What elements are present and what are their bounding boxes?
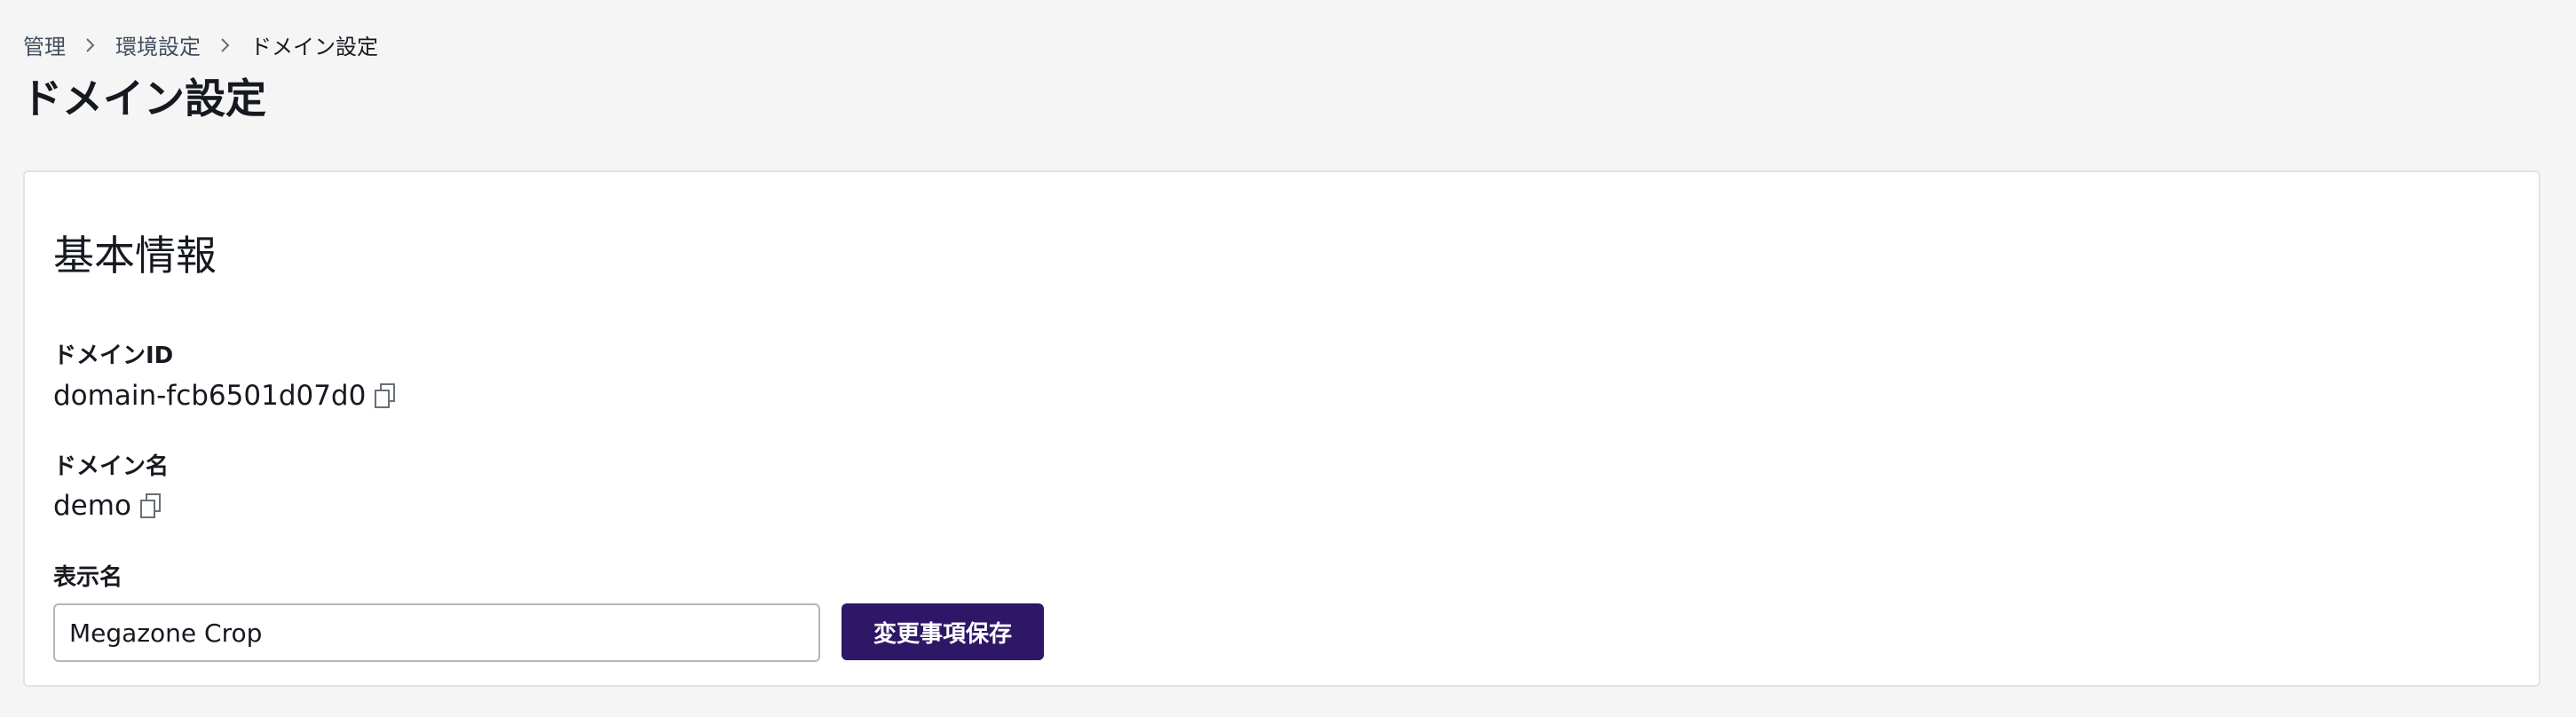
domain-id-value: domain-fcb6501d07d0 [53, 380, 367, 412]
domain-name-value: demo [53, 490, 131, 522]
basic-info-panel: 基本情報 ドメインID domain-fcb6501d07d0 ドメイン名 de… [23, 170, 2540, 687]
display-name-label: 表示名 [53, 564, 123, 591]
copy-icon[interactable] [138, 492, 163, 519]
domain-id-label: ドメインID [53, 343, 174, 369]
domain-name-label: ドメイン名 [53, 453, 170, 480]
chevron-right-icon [66, 37, 115, 53]
chevron-right-icon [201, 37, 250, 53]
domain-id-value-row: domain-fcb6501d07d0 [53, 378, 398, 414]
breadcrumb: 管理 環境設定 ドメイン設定 [23, 29, 378, 60]
display-name-input[interactable] [53, 603, 820, 662]
section-title: 基本情報 [53, 232, 217, 280]
domain-name-value-row: demo [53, 488, 163, 524]
save-changes-button[interactable]: 変更事項保存 [842, 603, 1044, 660]
page-title: ドメイン設定 [21, 75, 266, 122]
breadcrumb-item-domain-settings: ドメイン設定 [250, 35, 378, 59]
copy-icon[interactable] [373, 382, 398, 409]
breadcrumb-item-settings[interactable]: 環境設定 [115, 29, 201, 60]
breadcrumb-item-admin[interactable]: 管理 [23, 29, 66, 60]
